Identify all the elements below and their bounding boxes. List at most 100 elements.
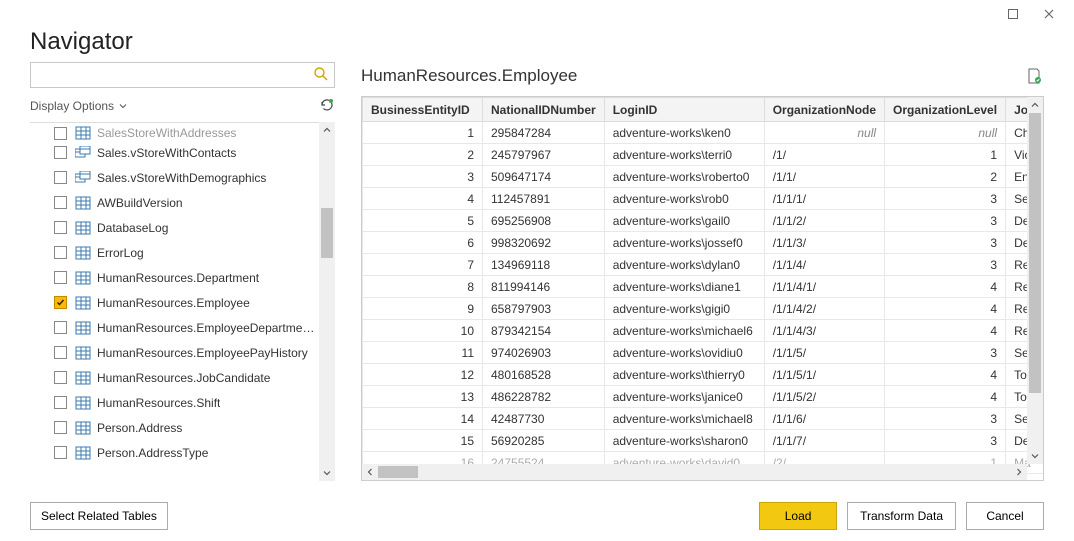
tree-item[interactable]: HumanResources.Shift [30,390,319,415]
column-header[interactable]: NationalIDNumber [483,98,605,122]
cell: adventure-works\sharon0 [604,430,764,452]
tree-item-label: AWBuildVersion [97,196,183,210]
cell: 4 [885,298,1006,320]
preview-title: HumanResources.Employee [361,66,577,86]
checkbox[interactable] [54,371,67,384]
cell: /1/1/5/ [764,342,884,364]
load-button[interactable]: Load [759,502,837,530]
scroll-up-icon[interactable] [319,122,335,138]
table-row[interactable]: 1442487730adventure-works\michael8/1/1/6… [363,408,1044,430]
grid-vscroll-thumb[interactable] [1029,113,1041,393]
checkbox[interactable] [54,321,67,334]
tree-item[interactable]: HumanResources.EmployeePayHistory [30,340,319,365]
tree-item[interactable]: ErrorLog [30,240,319,265]
chevron-down-icon [118,101,128,111]
maximize-button[interactable] [996,4,1030,24]
table-row[interactable]: 7134969118adventure-works\dylan0/1/1/4/3… [363,254,1044,276]
search-button[interactable] [313,66,331,84]
tree-item-label: HumanResources.EmployeePayHistory [97,346,308,360]
tree-item-label: HumanResources.EmployeeDepartmen... [97,321,319,335]
cell: /1/1/4/3/ [764,320,884,342]
table-row[interactable]: 8811994146adventure-works\diane1/1/1/4/1… [363,276,1044,298]
table-row[interactable]: 3509647174adventure-works\roberto0/1/1/2… [363,166,1044,188]
grid-hscrollbar[interactable] [362,464,1027,480]
checkbox[interactable] [54,146,67,159]
tree-item[interactable]: Person.Address [30,415,319,440]
grid-scroll-left-icon[interactable] [362,464,378,480]
grid-vscrollbar[interactable] [1027,97,1043,464]
cell: 56920285 [483,430,605,452]
table-row[interactable]: 5695256908adventure-works\gail0/1/1/2/3D… [363,210,1044,232]
checkbox[interactable] [54,396,67,409]
grid-scroll-right-icon[interactable] [1011,464,1027,480]
tree-item[interactable]: DatabaseLog [30,215,319,240]
grid-vscroll-track[interactable] [1027,113,1043,448]
checkbox[interactable] [54,196,67,209]
cell: 3 [885,188,1006,210]
table-row[interactable]: 4112457891adventure-works\rob0/1/1/1/3Se… [363,188,1044,210]
tree-item[interactable]: HumanResources.EmployeeDepartmen... [30,315,319,340]
tree: SalesStoreWithAddressesSales.vStoreWithC… [30,122,335,481]
cell: adventure-works\ovidiu0 [604,342,764,364]
checkbox[interactable] [54,346,67,359]
table-row[interactable]: 9658797903adventure-works\gigi0/1/1/4/2/… [363,298,1044,320]
table-row[interactable]: 2245797967adventure-works\terri0/1/1Vice [363,144,1044,166]
table-row[interactable]: 1556920285adventure-works\sharon0/1/1/7/… [363,430,1044,452]
column-header[interactable]: OrganizationNode [764,98,884,122]
checkbox[interactable] [54,296,67,309]
tree-item[interactable]: Sales.vStoreWithDemographics [30,165,319,190]
refresh-button[interactable] [319,97,335,116]
tree-item-label: Sales.vStoreWithContacts [97,146,236,160]
transform-data-button[interactable]: Transform Data [847,502,956,530]
tree-scrollbar[interactable] [319,122,335,481]
column-header[interactable]: OrganizationLevel [885,98,1006,122]
scroll-thumb[interactable] [321,208,333,258]
grid-hscroll-track[interactable] [378,464,1011,480]
cancel-button[interactable]: Cancel [966,502,1044,530]
checkbox[interactable] [54,421,67,434]
tree-item[interactable]: HumanResources.Department [30,265,319,290]
tree-item[interactable]: HumanResources.Employee [30,290,319,315]
scroll-down-icon[interactable] [319,465,335,481]
grid-scroll-down-icon[interactable] [1027,448,1043,464]
table-icon [75,446,91,460]
left-pane: Display Options SalesStoreWithAddressesS… [30,62,335,481]
tree-item[interactable]: Person.AddressType [30,440,319,465]
select-related-tables-button[interactable]: Select Related Tables [30,502,168,530]
checkbox[interactable] [54,271,67,284]
table-row[interactable]: 13486228782adventure-works\janice0/1/1/5… [363,386,1044,408]
cell: 3 [363,166,483,188]
tree-item-label: ErrorLog [97,246,144,260]
checkbox[interactable] [54,171,67,184]
table-row[interactable]: 10879342154adventure-works\michael6/1/1/… [363,320,1044,342]
cell: 15 [363,430,483,452]
tree-item[interactable]: Sales.vStoreWithContacts [30,140,319,165]
column-header[interactable]: LoginID [604,98,764,122]
grid-hscroll-thumb[interactable] [378,466,418,478]
cell: 10 [363,320,483,342]
cell: adventure-works\terri0 [604,144,764,166]
table-row[interactable]: 6998320692adventure-works\jossef0/1/1/3/… [363,232,1044,254]
close-button[interactable] [1032,4,1066,24]
checkbox[interactable] [54,221,67,234]
table-row[interactable]: 1295847284adventure-works\ken0nullnullCh… [363,122,1044,144]
table-row[interactable]: 12480168528adventure-works\thierry0/1/1/… [363,364,1044,386]
cell: adventure-works\jossef0 [604,232,764,254]
checkbox[interactable] [54,446,67,459]
preview-edit-button[interactable] [1024,66,1044,86]
checkbox[interactable] [54,246,67,259]
cell: /1/1/5/1/ [764,364,884,386]
cell: 8 [363,276,483,298]
column-header[interactable]: BusinessEntityID [363,98,483,122]
tree-item[interactable]: AWBuildVersion [30,190,319,215]
cell: 3 [885,408,1006,430]
footer: Select Related Tables Load Transform Dat… [0,491,1074,541]
table-row[interactable]: 11974026903adventure-works\ovidiu0/1/1/5… [363,342,1044,364]
display-options-dropdown[interactable]: Display Options [30,99,128,113]
tree-item[interactable]: HumanResources.JobCandidate [30,365,319,390]
table-icon [75,246,91,260]
scroll-track[interactable] [319,138,335,465]
grid-scroll-up-icon[interactable] [1027,97,1043,113]
search-input[interactable] [30,62,335,88]
search-row [30,62,335,88]
